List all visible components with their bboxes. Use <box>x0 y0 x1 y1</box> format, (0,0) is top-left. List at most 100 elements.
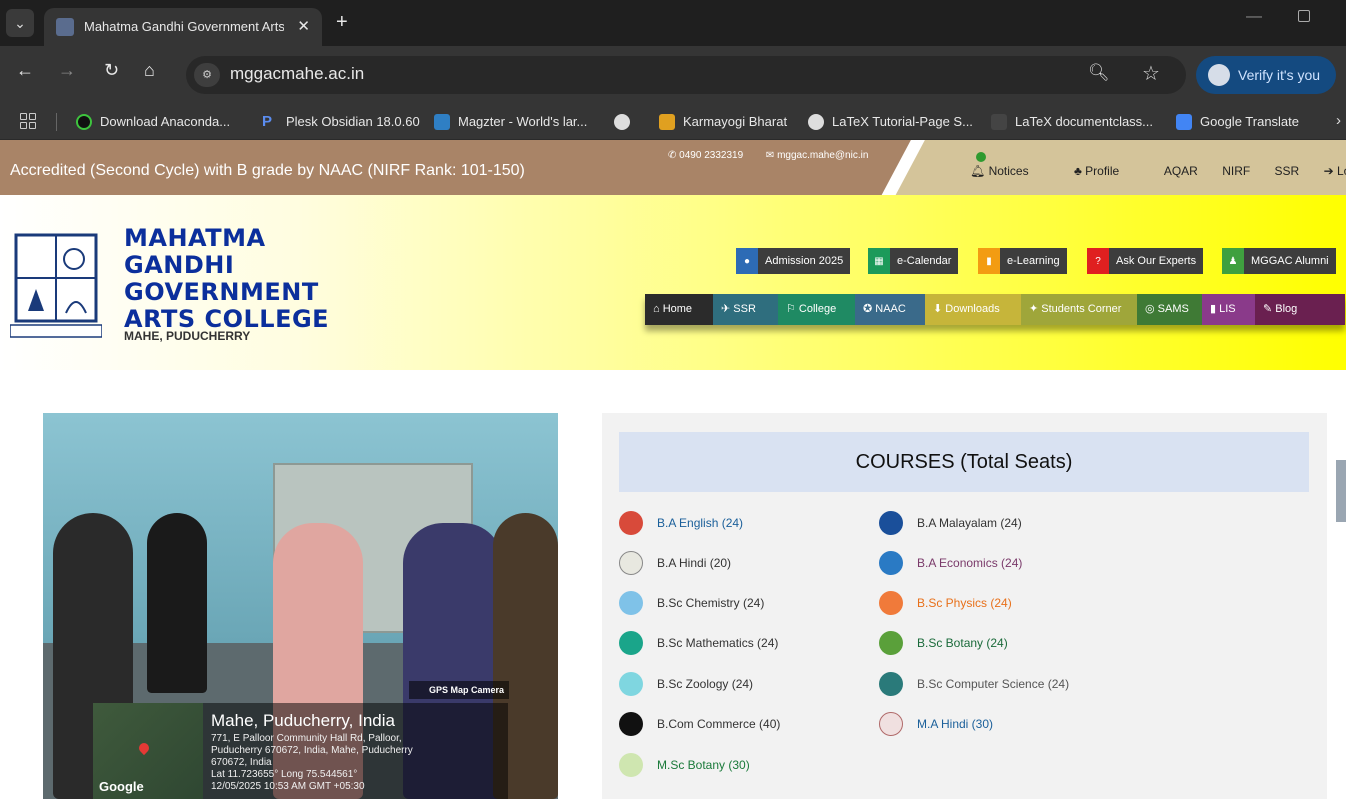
gps-address-line: 771, E Palloor Community Hall Rd, Palloo… <box>211 733 402 744</box>
gps-map-camera-badge: GPS Map Camera <box>409 681 509 699</box>
restore-window-icon[interactable] <box>1298 10 1310 22</box>
new-tab-icon[interactable]: + <box>336 11 348 34</box>
site-favicon-icon <box>56 18 74 36</box>
admission-button[interactable]: ● Admission 2025 <box>736 248 851 274</box>
phone-number[interactable]: ✆ 0490 2332319 <box>668 150 753 161</box>
anaconda-icon <box>76 114 92 130</box>
plesk-icon: P <box>262 113 273 130</box>
notices-link[interactable]: 🔔︎ Notices <box>970 164 1050 178</box>
forward-arrow-icon[interactable]: → <box>58 60 76 81</box>
globe-icon <box>614 114 630 130</box>
physics-course-icon <box>879 591 903 615</box>
nav-home[interactable]: ⌂ Home <box>645 294 713 325</box>
tex-icon <box>991 114 1007 130</box>
gps-coordinates: Lat 11.723655° Long 75.544561° <box>211 769 358 780</box>
top-links: 🔔︎ Notices ♣ Profile AQAR NIRF SSR ➔ Log… <box>970 164 1346 178</box>
globe-icon <box>808 114 824 130</box>
hindi-course-icon <box>619 551 643 575</box>
gps-timestamp: 12/05/2025 10:53 AM GMT +05:30 <box>211 781 365 792</box>
malayalam-course-icon <box>879 511 903 535</box>
college-location: MAHE, PUDUCHERRY <box>124 329 251 343</box>
notification-dot-icon <box>976 152 986 162</box>
info-icon: ● <box>736 248 758 274</box>
gps-address-line: 670672, India <box>211 757 272 768</box>
apps-grid-icon[interactable] <box>20 113 36 129</box>
chemistry-course-icon <box>619 591 643 615</box>
magzter-icon <box>434 114 450 130</box>
calendar-icon: ▦ <box>868 248 890 274</box>
campus-photo[interactable]: GPS Map Camera Google Mahe, Puducherry, … <box>43 413 558 799</box>
accreditation-text: Accredited (Second Cycle) with B grade b… <box>10 162 525 179</box>
reload-icon[interactable]: ↻ <box>104 60 119 81</box>
gps-address-line: Puducherry 670672, India, Mahe, Puducher… <box>211 745 413 756</box>
gps-mini-map: Google <box>93 703 203 799</box>
economics-course-icon <box>879 551 903 575</box>
zoology-course-icon <box>619 672 643 696</box>
site-info-icon[interactable]: ⚙ <box>194 63 220 87</box>
nav-downloads[interactable]: ⬇ Downloads <box>925 294 1021 325</box>
verify-identity-button[interactable]: Verify it's you <box>1196 56 1336 94</box>
close-tab-icon[interactable]: ✕ <box>297 17 310 35</box>
active-tab[interactable]: Mahatma Gandhi Government Arts ✕ <box>44 8 322 46</box>
browser-tab-strip: ⌄ Mahatma Gandhi Government Arts ✕ + — <box>0 0 1346 46</box>
profile-avatar <box>1208 64 1230 86</box>
nav-lis[interactable]: ▮ LIS <box>1202 294 1255 325</box>
karmayogi-icon <box>659 114 675 130</box>
more-bookmarks-icon[interactable]: › <box>1336 112 1341 129</box>
browser-toolbar: ← → ↻ ⌂ ⚙ mggacmahe.ac.in 🔍︎ ☆ Verify it… <box>0 46 1346 104</box>
nav-naac[interactable]: ✪ NAAC <box>855 294 925 325</box>
question-icon: ? <box>1087 248 1109 274</box>
e-calendar-button[interactable]: ▦ e-Calendar <box>868 248 959 274</box>
photo-person <box>147 513 207 693</box>
profile-link[interactable]: ♣ Profile <box>1074 164 1140 178</box>
nirf-link[interactable]: NIRF <box>1222 164 1250 178</box>
book-icon: ▮ <box>978 248 1000 274</box>
url-text[interactable]: mggacmahe.ac.in <box>230 64 364 84</box>
nav-blog[interactable]: ✎ Blog <box>1255 294 1345 325</box>
main-navigation: ⌂ Home ✈ SSR ⚐ College ✪ NAAC ⬇ Download… <box>645 294 1345 325</box>
botany-course-icon <box>879 631 903 655</box>
tab-title: Mahatma Gandhi Government Arts <box>84 19 284 34</box>
bookmarks-bar: Download Anaconda... P Plesk Obsidian 18… <box>0 104 1346 140</box>
college-emblem-icon[interactable] <box>10 231 102 341</box>
alumni-button[interactable]: ♟ MGGAC Alumni <box>1222 248 1336 274</box>
ask-experts-button[interactable]: ? Ask Our Experts <box>1087 248 1204 274</box>
google-translate-icon <box>1176 114 1192 130</box>
back-arrow-icon[interactable]: ← <box>16 60 34 81</box>
gps-info-overlay: Google Mahe, Puducherry, India 771, E Pa… <box>93 703 508 799</box>
bookmark-separator <box>56 113 57 131</box>
map-pin-icon <box>136 740 152 756</box>
e-learning-button[interactable]: ▮ e-Learning <box>978 248 1067 274</box>
map-brand: Google <box>99 779 144 794</box>
site-top-bar: Accredited (Second Cycle) with B grade b… <box>0 140 1346 195</box>
home-icon[interactable]: ⌂ <box>144 60 155 81</box>
aqar-link[interactable]: AQAR <box>1164 164 1198 178</box>
msc-botany-course-icon <box>619 753 643 777</box>
nav-students-corner[interactable]: ✦ Students Corner <box>1021 294 1137 325</box>
nav-sams[interactable]: ◎ SAMS <box>1137 294 1202 325</box>
courses-heading: COURSES (Total Seats) <box>619 432 1309 492</box>
mathematics-course-icon <box>619 631 643 655</box>
ssr-link[interactable]: SSR <box>1275 164 1300 178</box>
commerce-course-icon <box>619 712 643 736</box>
computer-science-course-icon <box>879 672 903 696</box>
address-bar[interactable]: ⚙ mggacmahe.ac.in 🔍︎ ☆ <box>186 56 1186 94</box>
college-name[interactable]: MAHATMA GANDHI GOVERNMENT ARTS COLLEGE <box>124 225 364 333</box>
english-course-icon <box>619 511 643 535</box>
nav-ssr[interactable]: ✈ SSR <box>713 294 778 325</box>
verify-label: Verify it's you <box>1238 67 1321 83</box>
ma-hindi-course-icon <box>879 712 903 736</box>
nav-college[interactable]: ⚐ College <box>778 294 855 325</box>
bookmark-star-icon[interactable]: ☆ <box>1142 61 1160 86</box>
people-icon: ♟ <box>1222 248 1244 274</box>
side-slide-tab[interactable] <box>1336 460 1346 522</box>
contact-info: ✆ 0490 2332319 ✉ mggac.mahe@nic.in <box>668 150 888 161</box>
courses-panel: COURSES (Total Seats) B.A English (24) B… <box>602 413 1327 799</box>
site-header: MAHATMA GANDHI GOVERNMENT ARTS COLLEGE M… <box>0 195 1346 370</box>
gps-place: Mahe, Puducherry, India <box>211 711 395 730</box>
minimize-window-icon[interactable]: — <box>1246 8 1262 26</box>
email-address[interactable]: ✉ mggac.mahe@nic.in <box>766 150 878 161</box>
login-link[interactable]: ➔ Login <box>1324 164 1346 178</box>
tab-search-button[interactable]: ⌄ <box>6 9 34 37</box>
zoom-icon[interactable]: 🔍︎ <box>1088 63 1110 83</box>
